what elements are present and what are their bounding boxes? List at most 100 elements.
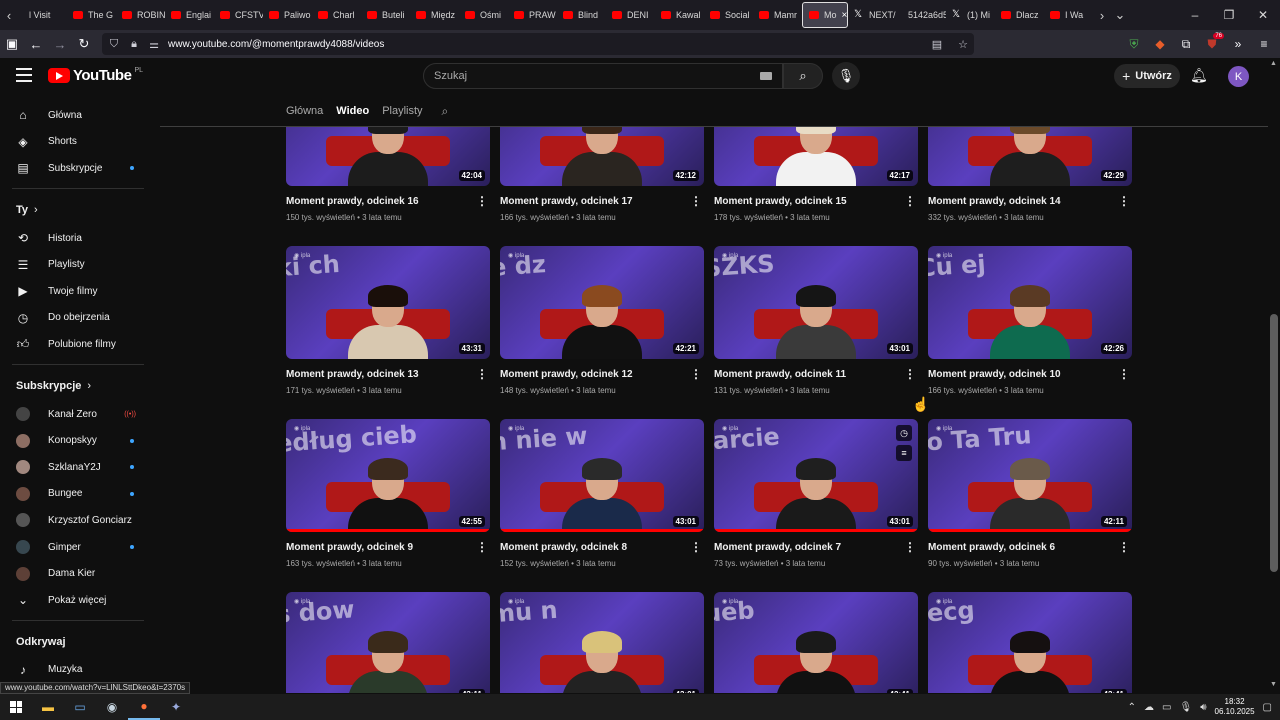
overflow-menu-icon[interactable]: » <box>1228 37 1248 52</box>
sidebar-item[interactable]: ☰ Playlisty <box>0 251 156 278</box>
more-options-icon[interactable]: ⋮ <box>1118 194 1130 208</box>
browser-tab[interactable]: CFSTV <box>214 2 263 28</box>
sidebar-item[interactable]: ▤ Subskrypcje <box>0 155 156 182</box>
keyboard-icon[interactable] <box>760 72 772 80</box>
active-tab[interactable]: Mo × <box>802 2 848 28</box>
scroll-up-arrow-icon[interactable]: ▲ <box>1270 60 1277 67</box>
video-card[interactable]: SZKS ◉ ipla 43:01 Moment prawdy, odcinek 11… <box>714 246 918 395</box>
sidebar-show-more[interactable]: ⌄ Pokaż więcej <box>0 587 156 614</box>
sidebar-you-header[interactable]: Ty › <box>0 195 156 225</box>
video-thumbnail[interactable]: Cu ej ◉ ipla 42:26 <box>928 246 1132 359</box>
video-card[interactable]: e dz ◉ ipla 42:21 Moment prawdy, odcinek 12… <box>500 246 704 395</box>
video-thumbnail[interactable]: s dow◉ ipla43:11 <box>286 592 490 693</box>
display-icon[interactable]: ▭ <box>1162 702 1171 713</box>
watch-later-icon[interactable]: ◷ <box>896 425 912 441</box>
channel-search-icon[interactable]: ⌕ <box>442 104 449 119</box>
sidebar-item[interactable]: ▶ Twoje filmy <box>0 278 156 305</box>
browser-tab[interactable]: Englai <box>165 2 214 28</box>
browser-tab[interactable]: The G <box>67 2 116 28</box>
channel-tab[interactable]: Playlisty <box>382 105 422 117</box>
browser-tab[interactable]: Social <box>704 2 753 28</box>
video-card[interactable]: lkc Sw◉ ipla42:04 Moment prawdy, odcinek … <box>286 127 490 222</box>
video-title[interactable]: Moment prawdy, odcinek 17 <box>500 196 704 208</box>
more-options-icon[interactable]: ⋮ <box>476 367 488 381</box>
browser-tab[interactable]: Międz <box>410 2 459 28</box>
firefox-icon[interactable]: ● <box>128 694 160 720</box>
computer-icon[interactable]: ▭ <box>64 694 96 720</box>
video-title[interactable]: Moment prawdy, odcinek 16 <box>286 196 490 208</box>
video-thumbnail[interactable]: ekaf◉ ipla42:17 <box>714 127 918 186</box>
minimize-window-button[interactable]: – <box>1178 8 1212 22</box>
video-title[interactable]: Moment prawdy, odcinek 14 <box>928 196 1132 208</box>
more-options-icon[interactable]: ⋮ <box>904 367 916 381</box>
lock-icon[interactable]: 🔒︎ <box>128 38 140 51</box>
add-to-queue-icon[interactable]: ≡ <box>896 445 912 461</box>
video-thumbnail[interactable]: mu n◉ ipla43:01 <box>500 592 704 693</box>
more-options-icon[interactable]: ⋮ <box>1118 540 1130 554</box>
video-thumbnail[interactable]: SZKS ◉ ipla 43:01 <box>714 246 918 359</box>
channel-tab[interactable]: Główna <box>286 105 323 117</box>
bookmark-star-icon[interactable]: ☆ <box>958 38 968 51</box>
video-thumbnail[interactable]: e dz ◉ ipla 42:21 <box>500 246 704 359</box>
video-card[interactable]: mu n◉ ipla43:01 <box>500 592 704 693</box>
more-options-icon[interactable]: ⋮ <box>690 367 702 381</box>
video-card[interactable]: lo Ta Tru ◉ ipla 42:11 Moment prawdy, odcin… <box>928 419 1132 568</box>
close-window-button[interactable]: ✕ <box>1246 8 1280 22</box>
ublock-icon[interactable]: ⛊ 76 <box>1202 32 1224 52</box>
sidebar-item[interactable]: ◷ Do obejrzenia <box>0 305 156 332</box>
browser-tab[interactable]: 𝕏 NEXT/ <box>848 2 897 28</box>
video-thumbnail[interactable]: lkc Sw◉ ipla42:04 <box>286 127 490 186</box>
more-options-icon[interactable]: ⋮ <box>904 540 916 554</box>
app-icon[interactable]: ✦ <box>160 694 192 720</box>
browser-tab[interactable]: Paliwo <box>263 2 312 28</box>
video-card[interactable]: ki ch ◉ ipla 43:31 Moment prawdy, odcinek 1… <box>286 246 490 395</box>
sidebar-item[interactable]: Gimper <box>0 534 156 561</box>
more-options-icon[interactable]: ⋮ <box>904 194 916 208</box>
sidebar-item[interactable]: ◈ Shorts <box>0 129 156 156</box>
video-card[interactable]: łecg◉ ipla43:41 <box>928 592 1132 693</box>
close-tab-icon[interactable]: × <box>842 10 847 21</box>
onedrive-icon[interactable]: ☁ <box>1144 702 1154 713</box>
sidebar-item[interactable]: Konopskyy <box>0 427 156 454</box>
browser-tab[interactable]: l Visit <box>18 2 67 28</box>
browser-tab[interactable]: Buteli <box>361 2 410 28</box>
browser-tab[interactable]: Mamr <box>753 2 802 28</box>
video-thumbnail[interactable]: ki ch ◉ ipla 43:31 <box>286 246 490 359</box>
privacy-badger-icon[interactable]: ⛨ <box>1124 37 1144 52</box>
video-card[interactable]: s dow◉ ipla43:11 <box>286 592 490 693</box>
video-title[interactable]: Moment prawdy, odcinek 9 <box>286 542 490 554</box>
page-scrollbar[interactable]: ▲ ▼ <box>1268 58 1280 690</box>
video-card[interactable]: ni aw◉ ipla42:12 Moment prawdy, odcinek 1… <box>500 127 704 222</box>
more-options-icon[interactable]: ⋮ <box>1118 367 1130 381</box>
sidebar-subs-header[interactable]: Subskrypcje › <box>0 371 156 401</box>
browser-tab[interactable]: PRAW <box>508 2 557 28</box>
browser-tab[interactable]: DENI <box>606 2 655 28</box>
sidebar-item[interactable]: ⌂ Główna <box>0 102 156 129</box>
app-menu-icon[interactable]: ≡ <box>1254 37 1274 52</box>
video-card[interactable]: Cu ej ◉ ipla 42:26 Moment prawdy, odcinek 1… <box>928 246 1132 395</box>
more-options-icon[interactable]: ⋮ <box>690 194 702 208</box>
video-thumbnail[interactable]: lo Ta Tru ◉ ipla 42:11 <box>928 419 1132 532</box>
more-options-icon[interactable]: ⋮ <box>476 540 488 554</box>
extensions-icon[interactable]: ⧉ <box>1176 37 1196 52</box>
steam-icon[interactable]: ◉ <box>96 694 128 720</box>
back-button[interactable]: ← <box>24 32 48 56</box>
tab-scroll-right-button[interactable]: › <box>1093 0 1111 30</box>
notifications-icon[interactable]: ▢ <box>1263 702 1272 713</box>
video-thumbnail[interactable]: edług cieb ◉ ipla 42:55 <box>286 419 490 532</box>
video-title[interactable]: Moment prawdy, odcinek 6 <box>928 542 1132 554</box>
browser-tab[interactable]: ROBIN <box>116 2 165 28</box>
video-title[interactable]: Moment prawdy, odcinek 11 <box>714 369 918 381</box>
browser-tab[interactable]: Charl <box>312 2 361 28</box>
address-bar[interactable]: ⛉ 🔒︎ ⚌ www.youtube.com/@momentprawdy4088… <box>102 33 974 55</box>
video-card[interactable]: ocnie◉ ipla42:29 Moment prawdy, odcinek 1… <box>928 127 1132 222</box>
browser-tab[interactable]: Dlacz <box>995 2 1044 28</box>
scroll-down-arrow-icon[interactable]: ▼ <box>1270 681 1277 688</box>
start-button[interactable] <box>0 694 32 720</box>
video-thumbnail[interactable]: ueb◉ ipla42:41 <box>714 592 918 693</box>
video-title[interactable]: Moment prawdy, odcinek 15 <box>714 196 918 208</box>
video-title[interactable]: Moment prawdy, odcinek 13 <box>286 369 490 381</box>
volume-icon[interactable]: 🔊︎ <box>1200 702 1206 713</box>
youtube-logo[interactable]: YouTube PL <box>48 67 143 84</box>
tab-list-button[interactable]: ⌄ <box>1111 0 1129 30</box>
